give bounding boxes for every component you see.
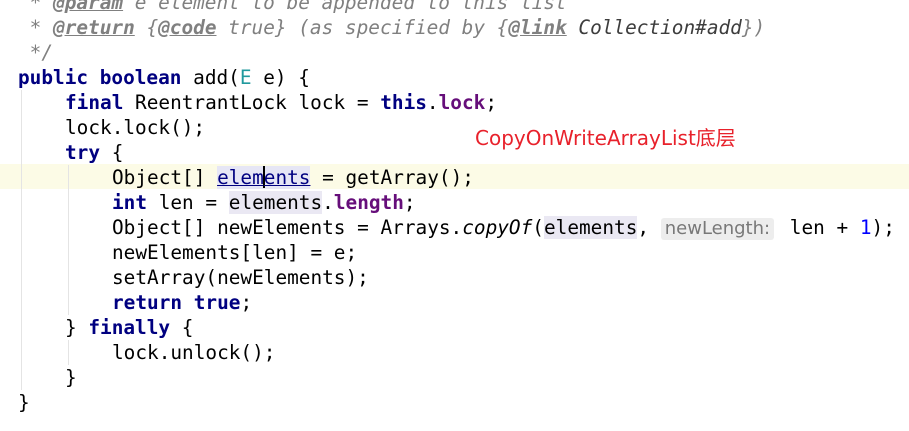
method-copyof: copyOf [462, 216, 533, 239]
doc-code-text: true} (as specified by { [216, 16, 509, 39]
paren-close: ); [871, 216, 895, 239]
close-outer-brace: } [18, 391, 30, 414]
doc-end: */ [18, 41, 54, 64]
comma: , [637, 216, 661, 239]
semicolon: ; [403, 191, 416, 214]
indent-guide-try [68, 165, 69, 315]
keyword-int: int [112, 191, 148, 214]
doc-close: }) [741, 16, 766, 39]
doc-brace-open: { [134, 16, 159, 39]
len-declaration-line: int len = elements.length; [112, 190, 416, 215]
finally-brace-open: } [65, 316, 89, 339]
close-outer-brace-line: } [18, 390, 30, 415]
finally-brace: { [170, 316, 194, 339]
annotation-note: CopyOnWriteArrayList底层 [475, 126, 736, 150]
doc-return-tag: @return [53, 16, 135, 39]
elements-declaration-line: Object[] elements = getArray(); [112, 165, 474, 190]
doc-code-tag: @code [158, 16, 217, 39]
doc-prefix: * [18, 16, 54, 39]
lock-decl-text: ReentrantLock lock = [123, 91, 381, 114]
assign-line: newElements[len] = e; [112, 240, 357, 265]
copy-decl-args: len + [778, 216, 860, 239]
dot: . [426, 91, 439, 114]
close-inner-brace: } [65, 366, 77, 389]
variable-elements-usage[interactable]: elements [228, 191, 323, 214]
semicolon: ; [485, 91, 497, 114]
doc-link-tag: @link [508, 16, 567, 39]
field-length: length [333, 191, 404, 214]
finally-line: } finally { [65, 315, 193, 340]
lock-call-text: lock.lock(); [65, 116, 206, 139]
variable-elements-usage[interactable]: elements [543, 216, 638, 239]
copy-decl-text: Object[] newElements = Arrays. [112, 216, 463, 239]
doc-param-line: * @param e element to be appended to thi… [18, 0, 567, 15]
keyword-public: public [18, 66, 89, 89]
lock-declaration-line: final ReentrantLock lock = this.lock; [65, 90, 497, 115]
elements-decl-text: Object[] [112, 166, 218, 189]
method-signature-line: public boolean add(E e) { [18, 65, 310, 90]
indent-guide-method [21, 90, 22, 390]
keyword-final: final [65, 91, 124, 114]
doc-end-line: */ [18, 40, 53, 65]
doc-return-line: * @return {@code true} (as specified by … [18, 15, 766, 40]
doc-link-ref[interactable]: Collection#add [567, 16, 741, 39]
parameter-hint-newlength: newLength: [660, 218, 775, 240]
assign-text: newElements[len] = e; [112, 241, 358, 264]
close-inner-brace-line: } [65, 365, 77, 390]
keyword-return: return [112, 291, 183, 314]
type-parameter: E [239, 66, 252, 89]
number-literal: 1 [859, 216, 872, 239]
copy-declaration-line: Object[] newElements = Arrays.copyOf(ele… [112, 215, 895, 240]
try-line: try { [65, 140, 123, 165]
len-decl-text: len = [147, 191, 229, 214]
params-rest: e) { [251, 66, 310, 89]
unlock-line: lock.unlock(); [112, 340, 275, 365]
field-lock: lock [438, 91, 486, 114]
return-line: return true; [112, 290, 252, 315]
variable-part-b: ents [263, 166, 311, 189]
doc-prefix: * [18, 0, 54, 14]
method-name: add( [193, 66, 240, 89]
try-brace: { [100, 141, 124, 164]
doc-param-tag: @param [53, 0, 124, 14]
doc-param-text: e element to be appended to this list [123, 0, 567, 14]
paren-open: ( [532, 216, 544, 239]
variable-elements-highlighted[interactable]: elements [217, 166, 311, 189]
lock-call-line: lock.lock(); [65, 115, 205, 140]
set-array-text: setArray(newElements); [112, 266, 369, 289]
keyword-try: try [65, 141, 101, 164]
keyword-true: true [193, 291, 241, 314]
code-editor[interactable]: * @param e element to be appended to thi… [0, 0, 909, 431]
set-array-line: setArray(newElements); [112, 265, 369, 290]
semicolon: ; [240, 291, 253, 314]
keyword-this: this [380, 91, 427, 114]
unlock-text: lock.unlock(); [112, 341, 276, 364]
elements-decl-rest: = getArray(); [310, 166, 474, 189]
keyword-boolean: boolean [99, 66, 182, 89]
variable-part-a: elem [217, 166, 264, 189]
indent-guide-finally [68, 340, 69, 365]
dot: . [322, 191, 334, 214]
keyword-finally: finally [88, 316, 171, 339]
